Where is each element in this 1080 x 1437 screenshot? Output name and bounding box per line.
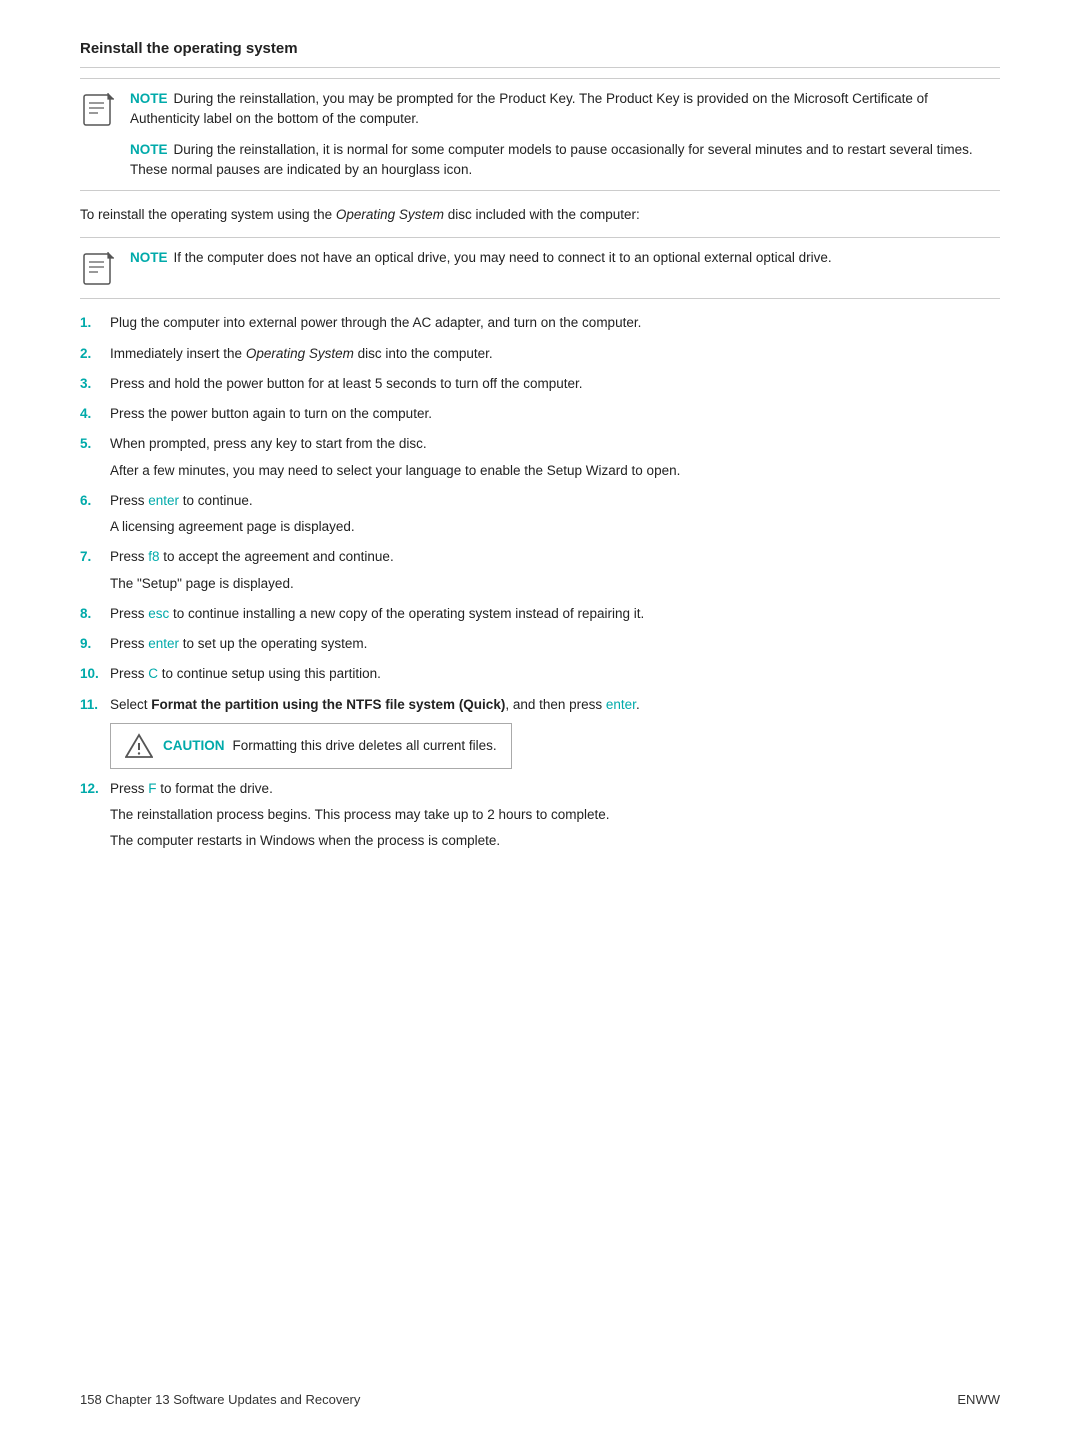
step-12-sub2: The computer restarts in Windows when th… [80,831,1000,851]
note-3-body: If the computer does not have an optical… [174,250,832,265]
footer: 158 Chapter 13 Software Updates and Reco… [80,1392,1000,1407]
step-11-link: enter [606,697,636,712]
step-11-text: Select Format the partition using the NT… [110,695,1000,715]
step-10-num: 10. [80,664,110,684]
step-11-post: , and then press [505,697,606,712]
step-7-sub: The "Setup" page is displayed. [80,574,1000,594]
note-1-body: During the reinstallation, you may be pr… [130,91,928,126]
step-7-post: to accept the agreement and continue. [160,549,394,564]
step-10-text: Press C to continue setup using this par… [110,664,1000,684]
heading-divider [80,67,1000,68]
step-8-text: Press esc to continue installing a new c… [110,604,1000,624]
intro-end: disc included with the computer: [444,207,640,222]
step-10: 10. Press C to continue setup using this… [80,664,1000,684]
step-10-pre: Press [110,666,148,681]
step-12-link: F [148,781,156,796]
caution-text: Formatting this drive deletes all curren… [233,736,497,756]
note-icon-1 [80,91,118,129]
steps-list: 1. Plug the computer into external power… [80,313,1000,851]
step-3-num: 3. [80,374,110,394]
step-6-sub: A licensing agreement page is displayed. [80,517,1000,537]
note-1-content: NOTEDuring the reinstallation, you may b… [130,89,1000,180]
footer-right: ENWW [957,1392,1000,1407]
page-heading: Reinstall the operating system [80,40,1000,57]
note-block-1: NOTEDuring the reinstallation, you may b… [80,78,1000,191]
step-7-num: 7. [80,547,110,567]
step-9-text: Press enter to set up the operating syst… [110,634,1000,654]
step-4-num: 4. [80,404,110,424]
note-1-label: NOTE [130,91,168,106]
step-12: 12. Press F to format the drive. The rei… [80,779,1000,852]
step-12-num: 12. [80,779,110,799]
step-11-end: . [636,697,640,712]
step-2-italic: Operating System [246,346,354,361]
step-12-text: Press F to format the drive. [110,779,1000,799]
note-3-label: NOTE [130,250,168,265]
step-1: 1. Plug the computer into external power… [80,313,1000,333]
note-block-3: NOTE If the computer does not have an opt… [80,237,1000,299]
step-9-link: enter [148,636,179,651]
page-content: Reinstall the operating system NOTEDurin… [80,40,1000,852]
step-5-num: 5. [80,434,110,454]
step-2-text: Immediately insert the Operating System … [110,344,1000,364]
step-6-pre: Press [110,493,148,508]
step-5-sub: After a few minutes, you may need to sel… [80,461,1000,481]
step-6-link: enter [148,493,179,508]
step-3: 3. Press and hold the power button for a… [80,374,1000,394]
step-7-link: f8 [148,549,159,564]
intro-italic: Operating System [336,207,444,222]
caution-triangle-icon [125,732,153,760]
intro-pre: To reinstall the operating system using … [80,207,336,222]
step-5: 5. When prompted, press any key to start… [80,434,1000,481]
step-2-num: 2. [80,344,110,364]
note-1-text: NOTEDuring the reinstallation, you may b… [130,89,1000,130]
step-2-post: disc into the computer. [354,346,493,361]
step-9-pre: Press [110,636,148,651]
footer-left: 158 Chapter 13 Software Updates and Reco… [80,1392,360,1407]
step-9-post: to set up the operating system. [179,636,367,651]
step-7: 7. Press f8 to accept the agreement and … [80,547,1000,594]
note-2-text: NOTEDuring the reinstallation, it is nor… [130,140,1000,181]
step-4-text: Press the power button again to turn on … [110,404,1000,424]
step-6-text: Press enter to continue. [110,491,1000,511]
step-11-bold: Format the partition using the NTFS file… [151,697,505,712]
caution-label: CAUTION [163,736,225,756]
step-3-text: Press and hold the power button for at l… [110,374,1000,394]
step-1-num: 1. [80,313,110,333]
step-12-post: to format the drive. [157,781,273,796]
note-3-content: NOTE If the computer does not have an opt… [130,248,832,268]
step-10-link: C [148,666,158,681]
step-8-num: 8. [80,604,110,624]
step-2-pre: Immediately insert the [110,346,246,361]
step-10-post: to continue setup using this partition. [158,666,381,681]
intro-paragraph: To reinstall the operating system using … [80,205,1000,225]
step-12-sub1: The reinstallation process begins. This … [80,805,1000,825]
step-5-text: When prompted, press any key to start fr… [110,434,1000,454]
step-9-num: 9. [80,634,110,654]
step-11-pre: Select [110,697,151,712]
note-2-label: NOTE [130,142,168,157]
step-1-text: Plug the computer into external power th… [110,313,1000,333]
step-2: 2. Immediately insert the Operating Syst… [80,344,1000,364]
step-11: 11. Select Format the partition using th… [80,695,1000,769]
caution-block: CAUTION Formatting this drive deletes al… [110,723,512,769]
note-icon-3 [80,250,118,288]
step-7-pre: Press [110,549,148,564]
step-6: 6. Press enter to continue. A licensing … [80,491,1000,538]
step-8-post: to continue installing a new copy of the… [169,606,644,621]
step-8-pre: Press [110,606,148,621]
step-4: 4. Press the power button again to turn … [80,404,1000,424]
step-8-link: esc [148,606,169,621]
step-6-post: to continue. [179,493,253,508]
step-8: 8. Press esc to continue installing a ne… [80,604,1000,624]
note-2-body: During the reinstallation, it is normal … [130,142,973,177]
step-12-pre: Press [110,781,148,796]
step-11-num: 11. [80,695,110,715]
step-9: 9. Press enter to set up the operating s… [80,634,1000,654]
step-7-text: Press f8 to accept the agreement and con… [110,547,1000,567]
step-6-num: 6. [80,491,110,511]
